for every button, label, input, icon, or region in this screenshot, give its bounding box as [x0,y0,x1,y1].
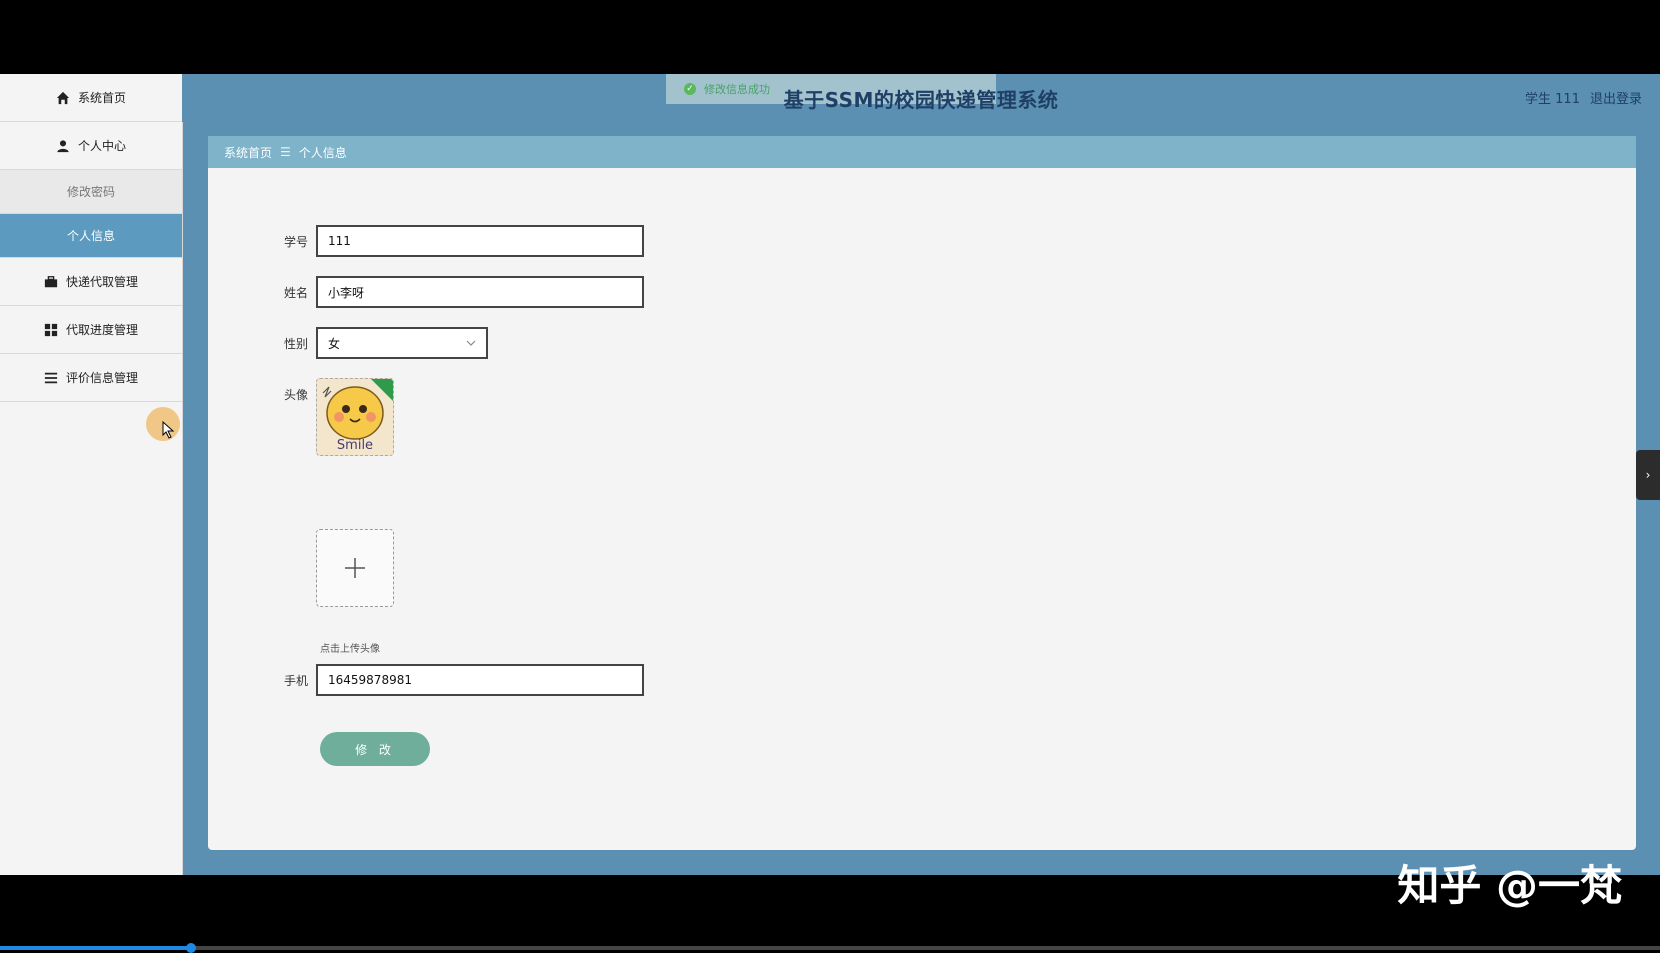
phone-input[interactable]: 16459878981 [316,664,644,696]
name-label: 姓名 [283,285,308,300]
student-id-row: 学号 111 [278,225,644,257]
video-progress-bar[interactable] [0,943,1660,953]
phone-row: 手机 16459878981 [278,664,644,696]
sidebar-item-personal-info[interactable]: 个人信息 [0,214,182,258]
briefcase-icon [44,275,58,287]
sidebar-item-progress[interactable]: 代取进度管理 [0,306,182,354]
sidebar-item-personal-center[interactable]: 个人中心 [0,122,182,170]
sidebar-item-label: 修改密码 [66,185,115,199]
sidebar-item-label: 评价信息管理 [65,371,138,385]
smile-avatar-graphic: Smile [317,379,393,455]
phone-label: 手机 [283,673,308,688]
avatar-row: 头像 Smile [278,378,394,456]
breadcrumb-current: 个人信息 [298,145,347,160]
list-icon [44,372,58,383]
student-id-input[interactable]: 111 [316,225,644,257]
name-row: 姓名 小李呀 [278,276,644,308]
breadcrumb-separator: ☰ [280,145,291,159]
sidebar-item-change-password[interactable]: 修改密码 [0,170,182,214]
sidebar-item-label: 系统首页 [77,91,126,105]
current-user: 学生 111 [1525,92,1580,107]
chevron-down-icon [466,340,476,346]
watermark: 知乎 @一梵 [1397,861,1622,910]
upload-row [316,529,394,607]
sidebar-item-home[interactable]: 系统首页 [0,74,182,122]
side-expand-tab[interactable]: › [1636,450,1660,500]
upload-tip: 点击上传头像 [320,644,380,655]
sidebar-item-label: 代取进度管理 [65,323,138,337]
student-id-label: 学号 [283,234,308,249]
breadcrumb: 系统首页 ☰ 个人信息 [208,136,1636,168]
progress-fill [0,946,192,950]
gender-value: 女 [328,336,341,351]
sidebar-item-express-pickup[interactable]: 快递代取管理 [0,258,182,306]
progress-knob[interactable] [186,943,196,953]
app-frame: 系统首页 个人中心 修改密码 个人信息 快递代取管理 代取进度管理 评价信息管理 [0,74,1660,875]
logout-link[interactable]: 退出登录 [1590,88,1642,107]
gender-select[interactable]: 女 [316,327,488,359]
breadcrumb-home[interactable]: 系统首页 [224,144,272,161]
submit-button[interactable]: 修 改 [320,732,430,766]
chevron-right-icon: › [1645,468,1651,482]
avatar-image-text: Smile [337,438,373,453]
plus-icon [345,558,365,578]
avatar-image[interactable]: Smile [316,378,394,456]
user-icon [57,139,69,152]
system-title: 基于SSM的校园快递管理系统 [783,88,1059,112]
avatar-upload-button[interactable] [316,529,394,607]
user-info: 学生 111 退出登录 [1525,88,1642,107]
sidebar-item-reviews[interactable]: 评价信息管理 [0,354,182,402]
home-icon [56,91,70,104]
name-input[interactable]: 小李呀 [316,276,644,308]
sidebar-item-label: 快递代取管理 [65,275,138,289]
grid-icon [44,323,58,336]
sidebar: 系统首页 个人中心 修改密码 个人信息 快递代取管理 代取进度管理 评价信息管理 [0,74,183,875]
top-header: ✓ 修改信息成功 基于SSM的校园快递管理系统 学生 111 退出登录 [182,74,1660,122]
gender-row: 性别 女 [278,327,488,359]
sidebar-item-label: 个人信息 [66,229,115,243]
avatar-label: 头像 [283,388,308,402]
main-content: 系统首页 ☰ 个人信息 学号 111 姓名 小李呀 性别 女 头像 Smile … [208,136,1636,850]
mouse-cursor-icon [162,421,175,439]
sidebar-item-label: 个人中心 [77,139,126,153]
gender-label: 性别 [283,336,308,351]
